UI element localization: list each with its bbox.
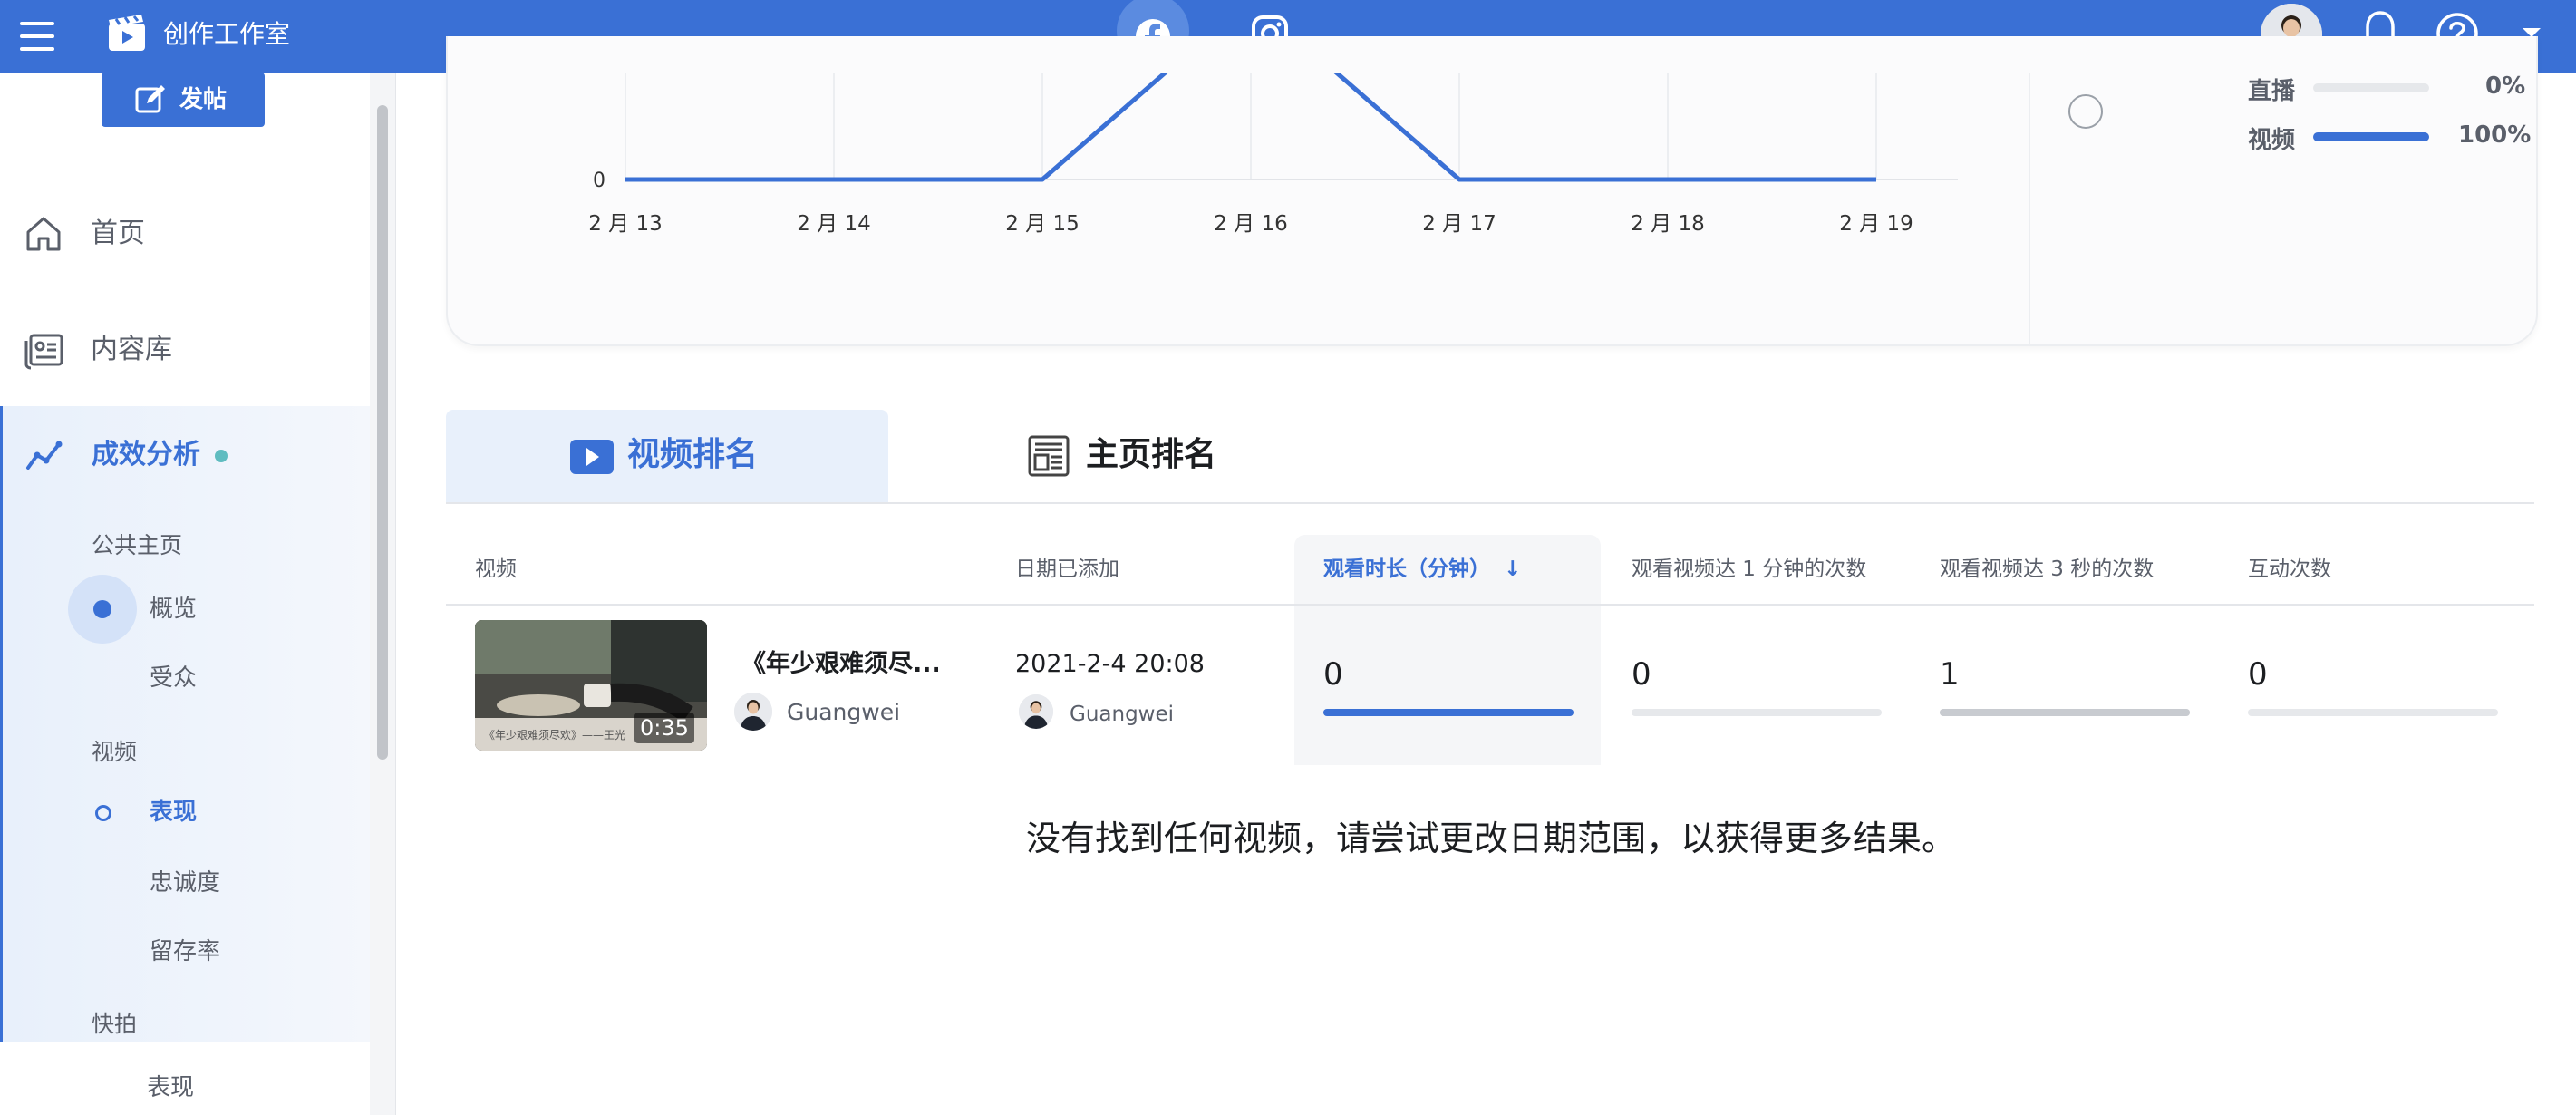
tab-label: 视频排名 bbox=[627, 436, 759, 473]
sidebar-sub-retention[interactable]: 留存率 bbox=[150, 936, 220, 968]
x-tick-label: 2 月 19 bbox=[1839, 212, 1913, 236]
date-added: 2021-2-4 20:08 bbox=[1015, 650, 1205, 678]
post-button-label: 发帖 bbox=[179, 86, 228, 113]
library-icon bbox=[24, 334, 63, 370]
video-owner: Guangwei bbox=[787, 699, 901, 725]
x-tick-label: 2 月 15 bbox=[1005, 212, 1080, 236]
section-video: 视频 bbox=[92, 739, 138, 765]
line-chart: 0 2 月 13 2 月 14 2 月 15 2 月 16 2 月 17 2 月 18 2 月… bbox=[588, 73, 1958, 236]
avatar bbox=[1019, 694, 1053, 729]
home-icon bbox=[26, 217, 61, 251]
legend-fill-video bbox=[2313, 132, 2429, 141]
post-button[interactable]: 发帖 bbox=[102, 73, 265, 127]
column-header-label: 观看时长（分钟） bbox=[1323, 558, 1490, 581]
menu-icon[interactable] bbox=[20, 20, 54, 53]
date-owner: Guangwei bbox=[1070, 703, 1175, 726]
video-play-icon bbox=[570, 440, 614, 474]
analytics-section: 成效分析 公共主页 概览 受众 视频 表现 忠诚度 留存率 快拍 bbox=[0, 406, 373, 1042]
sidebar-item-analytics[interactable]: 成效分析 bbox=[24, 428, 351, 482]
avatar bbox=[734, 693, 772, 731]
x-tick-label: 2 月 17 bbox=[1422, 212, 1496, 236]
sidebar-item-label: 首页 bbox=[91, 218, 145, 249]
active-indicator bbox=[95, 805, 111, 821]
x-tick-label: 2 月 14 bbox=[797, 212, 871, 236]
sidebar-item-library[interactable]: 内容库 bbox=[24, 323, 350, 377]
column-header-date[interactable]: 日期已添加 bbox=[1015, 555, 1119, 584]
metric-bar-watch-time bbox=[1323, 709, 1574, 716]
video-duration: 0:35 bbox=[634, 713, 694, 743]
sidebar-item-label: 成效分析 bbox=[92, 439, 200, 470]
tab-divider bbox=[446, 502, 2534, 504]
empty-state-message: 没有找到任何视频，请尝试更改日期范围，以获得更多结果。 bbox=[1026, 819, 1957, 858]
column-header-1min-views[interactable]: 观看视频达 1 分钟的次数 bbox=[1632, 555, 1866, 584]
column-header-video[interactable]: 视频 bbox=[475, 555, 517, 584]
scrollbar-thumb[interactable] bbox=[377, 105, 388, 760]
column-header-engagement[interactable]: 互动次数 bbox=[2248, 555, 2331, 584]
sidebar-sub-performance[interactable]: 表现 bbox=[150, 796, 197, 829]
section-stories: 快拍 bbox=[92, 1011, 138, 1037]
edit-icon bbox=[135, 85, 165, 113]
legend-bar-live bbox=[2313, 83, 2429, 92]
metric-3s-views: 1 bbox=[1940, 656, 1960, 693]
video-title[interactable]: 《年少艰难须尽... bbox=[741, 649, 941, 680]
analytics-icon bbox=[26, 441, 63, 470]
clapperboard-icon bbox=[109, 15, 145, 51]
column-header-3s-views[interactable]: 观看视频达 3 秒的次数 bbox=[1940, 555, 2154, 584]
metric-bar-1min-views bbox=[1632, 709, 1882, 716]
section-page: 公共主页 bbox=[92, 532, 183, 558]
tab-video-ranking[interactable]: 视频排名 bbox=[446, 410, 888, 504]
legend-label-video: 视频 bbox=[2248, 127, 2296, 154]
metric-bar-3s-views bbox=[1940, 709, 2190, 716]
column-header-watch-time[interactable]: 观看时长（分钟） ↓ bbox=[1323, 555, 1521, 584]
metric-bar-engagement bbox=[2248, 709, 2498, 716]
header-divider bbox=[446, 604, 2534, 606]
legend-bar-video bbox=[2313, 132, 2429, 141]
x-tick-label: 2 月 16 bbox=[1214, 212, 1288, 236]
sidebar-sub-loyalty[interactable]: 忠诚度 bbox=[150, 867, 220, 899]
sidebar-item-home[interactable]: 首页 bbox=[24, 207, 350, 261]
card-divider bbox=[2029, 73, 2030, 344]
legend-radio[interactable] bbox=[2068, 94, 2103, 129]
newspaper-icon bbox=[1028, 435, 1070, 477]
tab-label: 主页排名 bbox=[1086, 436, 1217, 473]
metric-watch-time: 0 bbox=[1323, 656, 1343, 693]
metric-engagement: 0 bbox=[2248, 656, 2268, 693]
app-title: 创作工作室 bbox=[163, 19, 291, 49]
tab-page-ranking[interactable]: 主页排名 bbox=[1015, 410, 1287, 504]
sidebar-sub-overview[interactable]: 概览 bbox=[150, 593, 197, 625]
sidebar-sub-stories-performance[interactable]: 表现 bbox=[147, 1071, 194, 1104]
metric-1min-views: 0 bbox=[1632, 656, 1651, 693]
legend-pct-video: 100% bbox=[2458, 121, 2532, 149]
sidebar-item-label: 内容库 bbox=[91, 334, 172, 365]
x-tick-label: 2 月 13 bbox=[588, 212, 663, 236]
legend-pct-live: 0% bbox=[2485, 73, 2526, 100]
x-tick-label: 2 月 18 bbox=[1631, 212, 1705, 236]
sidebar-sub-audience[interactable]: 受众 bbox=[150, 662, 197, 694]
legend-label-live: 直播 bbox=[2248, 78, 2296, 105]
sort-arrow-icon: ↓ bbox=[1504, 558, 1522, 581]
y-tick-label: 0 bbox=[593, 170, 605, 192]
thumbnail-caption: 《年少艰难须尽欢》——王光 bbox=[484, 729, 626, 742]
status-dot bbox=[215, 450, 228, 462]
overview-dot bbox=[93, 600, 111, 618]
